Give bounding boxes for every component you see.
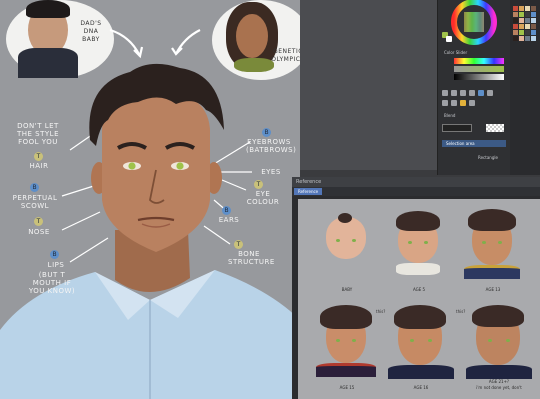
marker-ears: B <box>222 206 231 215</box>
eyedropper-icon[interactable] <box>487 90 493 96</box>
caption-age-13: AGE 13 <box>485 287 501 292</box>
reference-canvas[interactable]: BABY AGE 5 AGE 13 AGE 15 this? AGE 16 th… <box>298 199 540 399</box>
color-swatch[interactable] <box>519 12 524 17</box>
color-swatch[interactable] <box>525 18 530 23</box>
marker-scowl: B <box>30 183 39 192</box>
note-this-1: this? <box>376 309 386 314</box>
note-style: DON'T LET THE STYLE FOOL YOU <box>16 122 59 146</box>
note-eye-colour: EYE COLOUR <box>246 190 280 206</box>
note-not-done: i'm not done yet, don't <box>476 385 522 390</box>
color-swatch[interactable] <box>513 30 518 35</box>
color-swatch[interactable] <box>531 24 536 29</box>
color-preview-strip[interactable] <box>442 124 472 132</box>
fill-icon[interactable] <box>478 90 484 96</box>
color-panel: Color Slider Blend Selection area Rectan… <box>437 0 510 175</box>
caption-age-21: AGE 21+? <box>488 379 510 384</box>
pen-icon[interactable] <box>451 100 457 106</box>
palette-label-slider: Color Slider <box>444 50 468 55</box>
sketch-age-21: AGE 21+? i'm not done yet, don't <box>464 305 534 390</box>
swatch-panel <box>510 0 540 175</box>
caption-age-16: AGE 16 <box>413 385 429 390</box>
caption-age-15: AGE 15 <box>339 385 355 390</box>
color-swatch[interactable] <box>525 36 530 41</box>
reference-tab-bar: Reference <box>292 187 540 196</box>
value-slider[interactable] <box>454 74 504 80</box>
rectangle-label: Rectangle <box>478 155 498 160</box>
note-hair: HAIR <box>29 162 49 170</box>
move-icon[interactable] <box>469 90 475 96</box>
marker-eyebrows: B <box>262 128 271 137</box>
illustration-panel: DAD'S DNA BABY GENETIC OLYMPICS <box>0 0 300 399</box>
background-color-icon[interactable] <box>446 36 452 42</box>
reference-window-title[interactable]: Reference <box>292 177 540 187</box>
color-swatch[interactable] <box>525 6 530 11</box>
marker-bone: T <box>234 240 243 249</box>
color-swatch[interactable] <box>519 36 524 41</box>
color-swatch[interactable] <box>519 24 524 29</box>
note-lips: LIPS <box>47 261 65 269</box>
sketch-age-5: AGE 5 <box>384 207 454 292</box>
color-swatch[interactable] <box>531 6 536 11</box>
sketch-age-13: AGE 13 <box>458 207 528 292</box>
color-swatch[interactable] <box>519 30 524 35</box>
note-eyebrows: EYEBROWS (BATBROWS) <box>246 138 297 154</box>
eraser-icon[interactable] <box>451 90 457 96</box>
note-scowl: PERPETUAL SCOWL <box>12 194 58 210</box>
text-icon[interactable] <box>442 100 448 106</box>
color-swatch[interactable] <box>531 36 536 41</box>
color-swatch[interactable] <box>513 36 518 41</box>
marker-lips: B <box>50 250 59 259</box>
note-nose: NOSE <box>28 228 50 236</box>
shape-icon[interactable] <box>469 100 475 106</box>
hue-slider[interactable] <box>454 58 504 64</box>
color-swatch[interactable] <box>519 18 524 23</box>
color-swatch[interactable] <box>513 18 518 23</box>
blend-label: Blend <box>444 113 456 118</box>
marker-nose: T <box>34 217 43 226</box>
color-swatch[interactable] <box>513 6 518 11</box>
select-icon[interactable] <box>460 90 466 96</box>
saturation-slider[interactable] <box>454 66 504 72</box>
note-ears: EARS <box>218 216 240 224</box>
color-swatch[interactable] <box>513 12 518 17</box>
reference-window: Reference Reference BABY AGE 5 AGE 13 AG… <box>292 177 540 399</box>
caption-baby: BABY <box>341 287 353 292</box>
color-swatch[interactable] <box>513 24 518 29</box>
transparency-strip[interactable] <box>486 124 504 132</box>
note-mouth: (BUT T MOUTH IF YOU KNOW) <box>28 271 76 295</box>
tab-reference[interactable]: Reference <box>294 188 323 195</box>
selection-area-label: Selection area <box>446 141 475 146</box>
sketch-baby: BABY <box>312 207 382 292</box>
canvas-area[interactable] <box>300 0 437 170</box>
sketch-age-16: AGE 16 <box>386 305 456 390</box>
color-swatch[interactable] <box>525 30 530 35</box>
marker-eye-colour: T <box>254 180 263 189</box>
color-swatch[interactable] <box>531 30 536 35</box>
marker-hair: T <box>34 152 43 161</box>
color-swatch[interactable] <box>519 6 524 11</box>
gradient-icon[interactable] <box>460 100 466 106</box>
brush-icon[interactable] <box>442 90 448 96</box>
color-swatch[interactable] <box>525 12 530 17</box>
color-swatch[interactable] <box>531 18 536 23</box>
color-swatch[interactable] <box>531 12 536 17</box>
color-swatch[interactable] <box>525 24 530 29</box>
note-bone: BONE STRUCTURE <box>228 250 275 266</box>
caption-age-5: AGE 5 <box>412 287 426 292</box>
sketch-age-15: AGE 15 <box>312 305 382 390</box>
note-eyes: EYES <box>261 168 281 176</box>
